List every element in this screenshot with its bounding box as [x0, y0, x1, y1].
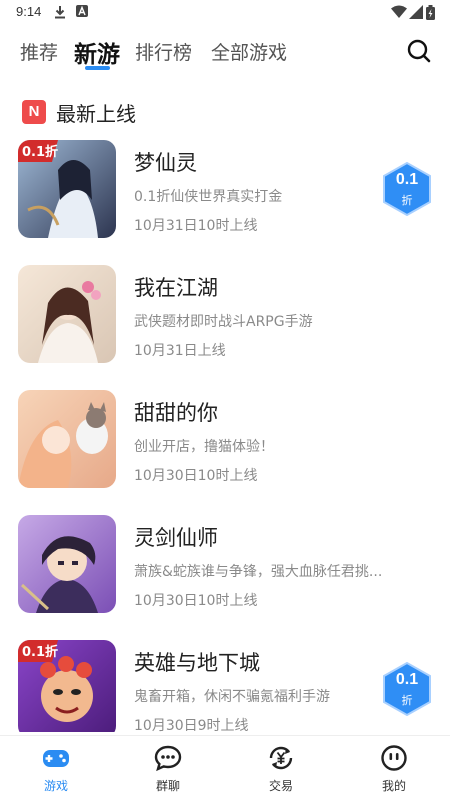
tab-ranking[interactable]: 排行榜: [135, 38, 192, 65]
game-name: 梦仙灵: [134, 151, 197, 175]
tab-new-games[interactable]: 新游: [74, 35, 120, 69]
discount-badge: 0.1 折: [382, 162, 432, 216]
bottom-navigation: 游戏 群聊 交易 我的: [0, 735, 450, 800]
nav-label: 交易: [268, 779, 293, 793]
game-list-item[interactable]: 甜甜的你 创业开店，撸猫体验！ 10月30日10时上线: [0, 390, 450, 490]
game-list-item[interactable]: 0.1折 英雄与地下城 鬼畜开箱，休闲不骗氪福利手游 10月30日9时上线 0.…: [0, 640, 450, 732]
tab-recommend[interactable]: 推荐: [20, 38, 58, 65]
section-header: N 最新上线: [20, 96, 320, 128]
icon-discount-label: 0.1折: [22, 644, 58, 660]
search-icon[interactable]: [406, 38, 432, 64]
nav-item-trade[interactable]: 交易: [225, 736, 337, 800]
active-tab-indicator: [85, 66, 110, 70]
game-release-date: 10月30日10时上线: [134, 593, 258, 609]
discount-unit: 折: [401, 694, 413, 707]
nav-item-games[interactable]: 游戏: [0, 736, 112, 800]
game-name: 英雄与地下城: [134, 651, 260, 675]
status-bar: 9:14: [0, 0, 450, 26]
nav-label: 群聊: [155, 779, 180, 793]
game-list-item[interactable]: 灵剑仙师 萧族&蛇族谁与争锋，强大血脉任君挑... 10月30日10时上线: [0, 515, 450, 615]
profile-icon: [381, 745, 407, 771]
game-release-date: 10月30日10时上线: [134, 468, 258, 484]
gamepad-icon: [43, 750, 69, 767]
nav-label: 我的: [381, 779, 406, 793]
game-name: 灵剑仙师: [134, 526, 218, 550]
game-icon-mengxianling: 0.1折: [18, 140, 116, 238]
game-release-date: 10月31日10时上线: [134, 218, 258, 234]
new-badge-icon: N: [22, 100, 46, 124]
game-icon-yingxiongyudixiacheng: 0.1折: [18, 640, 116, 732]
nav-item-group-chat[interactable]: 群聊: [112, 736, 224, 800]
game-description: 创业开店，撸猫体验！: [134, 439, 274, 455]
battery-icon: [426, 5, 435, 20]
game-icon-lingjianxianshi: [18, 515, 116, 613]
game-description: 0.1折仙侠世界真实打金: [134, 189, 283, 205]
signal-icon: [409, 5, 423, 19]
nav-label: 游戏: [43, 779, 68, 793]
game-release-date: 10月31日上线: [134, 343, 226, 359]
trade-icon: [269, 746, 293, 770]
game-name: 甜甜的你: [134, 401, 218, 425]
discount-value: 0.1: [395, 171, 419, 188]
discount-badge: 0.1 折: [382, 662, 432, 716]
discount-unit: 折: [401, 194, 413, 207]
discount-value: 0.1: [395, 671, 419, 688]
game-description: 萧族&蛇族谁与争锋，强大血脉任君挑...: [134, 564, 383, 580]
game-description: 鬼畜开箱，休闲不骗氪福利手游: [134, 689, 330, 705]
status-time: 9:14: [16, 4, 42, 19]
game-release-date: 10月30日9时上线: [134, 718, 249, 732]
icon-discount-label: 0.1折: [22, 144, 58, 160]
game-list-item[interactable]: 0.1折 梦仙灵 0.1折仙侠世界真实打金 10月31日10时上线 0.1 折: [0, 140, 450, 240]
game-icon-wozaijianghu: [18, 265, 116, 363]
game-description: 武侠题材即时战斗ARPG手游: [134, 314, 313, 330]
app-notification-icon: [76, 5, 88, 17]
game-icon-tiantiandeni: [18, 390, 116, 488]
game-list: 0.1折 梦仙灵 0.1折仙侠世界真实打金 10月31日10时上线 0.1 折: [0, 140, 450, 732]
game-name: 我在江湖: [134, 276, 218, 300]
tab-all-games[interactable]: 全部游戏: [211, 38, 287, 65]
game-list-item[interactable]: 我在江湖 武侠题材即时战斗ARPG手游 10月31日上线: [0, 265, 450, 365]
chat-icon: [154, 745, 182, 772]
wifi-icon: [391, 5, 407, 18]
download-icon: [55, 6, 65, 19]
nav-item-profile[interactable]: 我的: [338, 736, 450, 800]
section-title: 最新上线: [56, 102, 136, 126]
top-tabs: 推荐 新游 排行榜 全部游戏: [0, 30, 450, 80]
